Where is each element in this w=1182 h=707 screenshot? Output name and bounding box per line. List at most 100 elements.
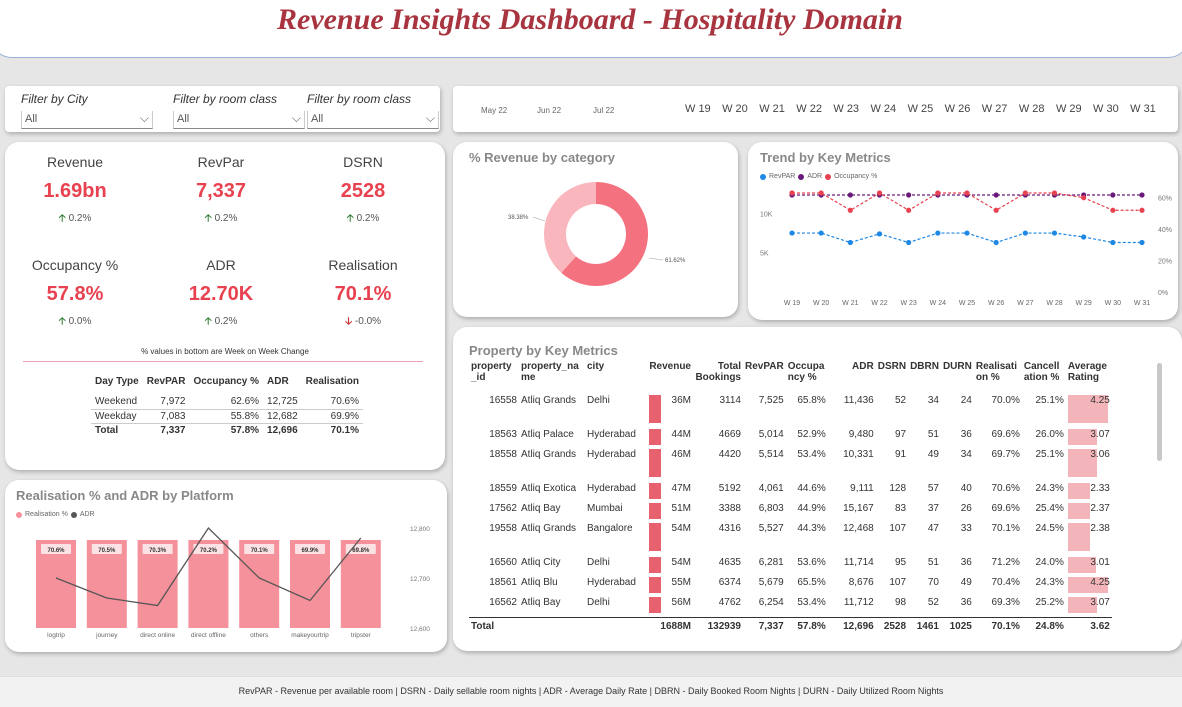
month-option[interactable]: Jun 22	[537, 106, 593, 115]
table-row[interactable]: 16560 Atliq City Delhi 54M 4635 6,281 53.6% 11,…	[469, 557, 1112, 577]
column-header[interactable]: Realisati on %	[974, 361, 1022, 395]
table-row[interactable]: 16562 Atliq Bay Delhi 56M 4762 6,254 53.4% 11,7…	[469, 597, 1112, 617]
arrow-up-icon: 🡡	[346, 213, 357, 224]
data-point[interactable]	[1139, 207, 1145, 213]
week-option[interactable]: W 28	[1019, 103, 1056, 115]
week-option[interactable]: W 27	[982, 103, 1019, 115]
column-header[interactable]: DSRN	[876, 361, 908, 395]
table-total-row: Total 1688M 132939 7,337 57.8% 12,696 2528 1461…	[469, 616, 1112, 635]
week-option[interactable]: W 23	[833, 103, 870, 115]
kpi-note: % values in bottom are Week on Week Chan…	[141, 347, 309, 356]
data-point[interactable]	[993, 239, 999, 246]
kpi-value: 57.8%	[46, 283, 104, 305]
data-point[interactable]	[1110, 239, 1116, 246]
data-point[interactable]	[876, 190, 883, 196]
column-header[interactable]: Total Bookings	[693, 361, 743, 395]
filters-panel: Filter by City All ⌵ Filter by room class…	[5, 86, 440, 132]
data-point[interactable]	[993, 207, 999, 213]
week-option[interactable]: W 24	[870, 103, 907, 115]
column-header[interactable]: Revenue	[647, 361, 693, 395]
data-point[interactable]	[1110, 192, 1116, 198]
data-point[interactable]	[1139, 192, 1145, 198]
revenue-bar	[649, 483, 661, 499]
table-scrollbar[interactable]	[1157, 363, 1162, 461]
data-point[interactable]	[847, 239, 853, 246]
data-point[interactable]	[1081, 234, 1087, 240]
table-row[interactable]: 16558 Atliq Grands Delhi 36M 3114 7,525 65.8% 1…	[469, 395, 1112, 429]
donut-label: 61.62%	[665, 258, 686, 264]
week-option[interactable]: W 25	[908, 103, 945, 115]
column-header[interactable]: property _id	[469, 361, 519, 395]
kpi-revenue: Revenue 1.69bn 🡡 0.2%	[5, 154, 145, 228]
week-option[interactable]: W 21	[759, 103, 796, 115]
column-header[interactable]: RevPAR	[143, 376, 190, 387]
column-header[interactable]: ADR	[828, 361, 876, 395]
week-option[interactable]: W 22	[796, 103, 833, 115]
data-point[interactable]	[906, 207, 912, 213]
data-point[interactable]	[935, 190, 941, 196]
revenue-bar	[649, 557, 661, 573]
kpi-revpar: RevPar 7,337 🡡 0.2%	[151, 154, 291, 228]
data-point[interactable]	[906, 239, 912, 246]
kpi-change: 🡡 0.2%	[58, 213, 92, 224]
x-tick-label: others	[250, 632, 269, 639]
column-header[interactable]: Cancell ation %	[1022, 361, 1066, 395]
column-header[interactable]: property_na me	[519, 361, 585, 395]
kpi-name: ADR	[206, 257, 236, 273]
data-point[interactable]	[818, 230, 824, 236]
column-header[interactable]: Average Rating	[1066, 361, 1112, 395]
column-header[interactable]: DBRN	[908, 361, 941, 395]
data-point[interactable]	[818, 190, 824, 196]
data-point[interactable]	[876, 231, 883, 237]
page-title: Revenue Insights Dashboard - Hospitality…	[277, 3, 903, 36]
data-point[interactable]	[789, 190, 795, 196]
table-row[interactable]: 19558 Atliq Grands Bangalore 54M 4316 5,527 44…	[469, 523, 1112, 557]
filter-city[interactable]: Filter by City All ⌵	[21, 92, 153, 129]
data-point[interactable]	[964, 230, 970, 236]
data-point[interactable]	[906, 192, 912, 198]
week-option[interactable]: W 29	[1056, 103, 1093, 115]
month-option[interactable]: May 22	[481, 106, 537, 115]
column-header[interactable]: Occupancy %	[786, 361, 828, 395]
data-point[interactable]	[1139, 239, 1145, 246]
column-header[interactable]: DURN	[941, 361, 974, 395]
kpi-occupancy: Occupancy % 57.8% 🡡 0.0%	[5, 257, 145, 331]
data-point[interactable]	[1022, 230, 1028, 236]
data-point[interactable]	[847, 192, 853, 198]
data-point[interactable]	[789, 230, 795, 236]
column-header[interactable]: Occupancy %	[189, 376, 263, 387]
column-header[interactable]: Realisation	[302, 376, 363, 387]
filter-city-select[interactable]: All ⌵	[21, 111, 153, 129]
table-row[interactable]: 18559 Atliq Exotica Hyderabad 47M 5192 4,061 4…	[469, 483, 1112, 503]
week-option[interactable]: W 19	[685, 103, 722, 115]
week-option[interactable]: W 30	[1093, 103, 1130, 115]
filter-room-class-2[interactable]: Filter by room class All ⌵	[307, 92, 439, 129]
table-row[interactable]: 17562 Atliq Bay Mumbai 51M 3388 6,803 44.9% 15,…	[469, 503, 1112, 523]
column-header[interactable]: ADR	[263, 376, 302, 387]
data-point[interactable]	[1081, 195, 1087, 201]
table-row[interactable]: 18561 Atliq Blu Hyderabad 55M 6374 5,679 65.5%…	[469, 577, 1112, 597]
data-point[interactable]	[1022, 190, 1028, 196]
month-option[interactable]: Jul 22	[593, 106, 649, 115]
data-point[interactable]	[1051, 230, 1058, 236]
week-option[interactable]: W 20	[722, 103, 759, 115]
week-option[interactable]: W 26	[945, 103, 982, 115]
column-header[interactable]: RevPAR	[743, 361, 786, 395]
data-point[interactable]	[847, 207, 853, 213]
filter-room-class-1[interactable]: Filter by room class All ⌵	[173, 92, 305, 129]
data-point[interactable]	[1051, 190, 1058, 196]
x-tick-label: W 29	[1075, 300, 1091, 307]
data-point[interactable]	[993, 192, 999, 198]
data-point[interactable]	[964, 190, 970, 196]
week-option[interactable]: W 31	[1130, 103, 1167, 115]
column-header[interactable]: Day Type	[91, 376, 143, 387]
revenue-bar	[649, 429, 661, 445]
filter-room-class-select[interactable]: All ⌵	[173, 111, 305, 129]
data-point[interactable]	[935, 230, 941, 236]
data-point[interactable]	[1110, 207, 1116, 213]
table-row[interactable]: 18563 Atliq Palace Hyderabad 44M 4669 5,014 52…	[469, 429, 1112, 449]
column-header[interactable]: city	[585, 361, 647, 395]
donut-slice[interactable]	[544, 182, 596, 273]
table-row[interactable]: 18558 Atliq Grands Hyderabad 46M 4420 5,514 53…	[469, 449, 1112, 483]
filter-room-class-select[interactable]: All ⌵	[307, 111, 439, 129]
